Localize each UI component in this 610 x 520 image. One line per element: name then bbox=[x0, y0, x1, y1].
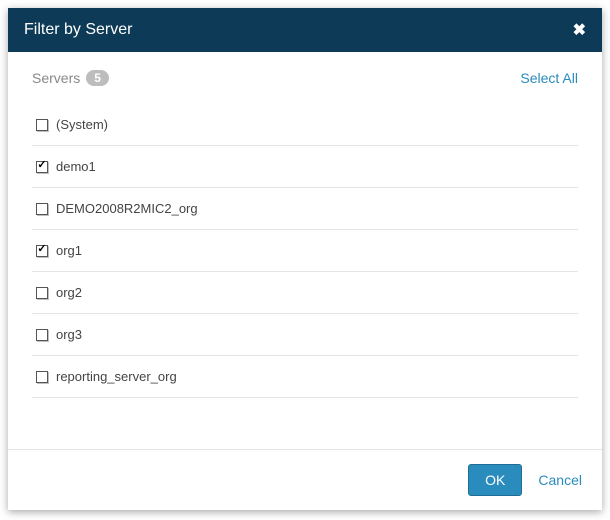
server-label: (System) bbox=[56, 117, 108, 132]
dialog-title: Filter by Server bbox=[24, 21, 132, 39]
cancel-link[interactable]: Cancel bbox=[538, 472, 582, 488]
server-label: demo1 bbox=[56, 159, 96, 174]
checkbox[interactable] bbox=[36, 371, 48, 383]
server-item-reporting[interactable]: reporting_server_org bbox=[32, 356, 578, 398]
server-item-demo2008[interactable]: DEMO2008R2MIC2_org bbox=[32, 188, 578, 230]
server-label: org1 bbox=[56, 243, 82, 258]
server-item-org2[interactable]: org2 bbox=[32, 272, 578, 314]
select-all-link[interactable]: Select All bbox=[520, 70, 578, 86]
server-item-demo1[interactable]: demo1 bbox=[32, 146, 578, 188]
ok-button[interactable]: OK bbox=[468, 464, 522, 496]
checkbox[interactable] bbox=[36, 161, 48, 173]
server-item-org3[interactable]: org3 bbox=[32, 314, 578, 356]
body-top: Servers 5 Select All bbox=[32, 70, 578, 86]
server-label: DEMO2008R2MIC2_org bbox=[56, 201, 198, 216]
dialog-footer: OK Cancel bbox=[8, 449, 602, 510]
dialog-header: Filter by Server ✖ bbox=[8, 8, 602, 52]
dialog-body: Servers 5 Select All (System) demo1 DEMO… bbox=[8, 52, 602, 449]
close-icon[interactable]: ✖ bbox=[573, 20, 586, 40]
servers-label: Servers 5 bbox=[32, 70, 109, 86]
checkbox[interactable] bbox=[36, 119, 48, 131]
servers-text: Servers bbox=[32, 70, 80, 86]
server-label: reporting_server_org bbox=[56, 369, 177, 384]
server-list: (System) demo1 DEMO2008R2MIC2_org org1 o… bbox=[32, 104, 578, 398]
server-count-badge: 5 bbox=[86, 70, 109, 86]
checkbox[interactable] bbox=[36, 329, 48, 341]
checkbox[interactable] bbox=[36, 203, 48, 215]
filter-by-server-dialog: Filter by Server ✖ Servers 5 Select All … bbox=[8, 8, 602, 510]
server-label: org2 bbox=[56, 285, 82, 300]
checkbox[interactable] bbox=[36, 287, 48, 299]
server-item-system[interactable]: (System) bbox=[32, 104, 578, 146]
checkbox[interactable] bbox=[36, 245, 48, 257]
server-label: org3 bbox=[56, 327, 82, 342]
server-item-org1[interactable]: org1 bbox=[32, 230, 578, 272]
